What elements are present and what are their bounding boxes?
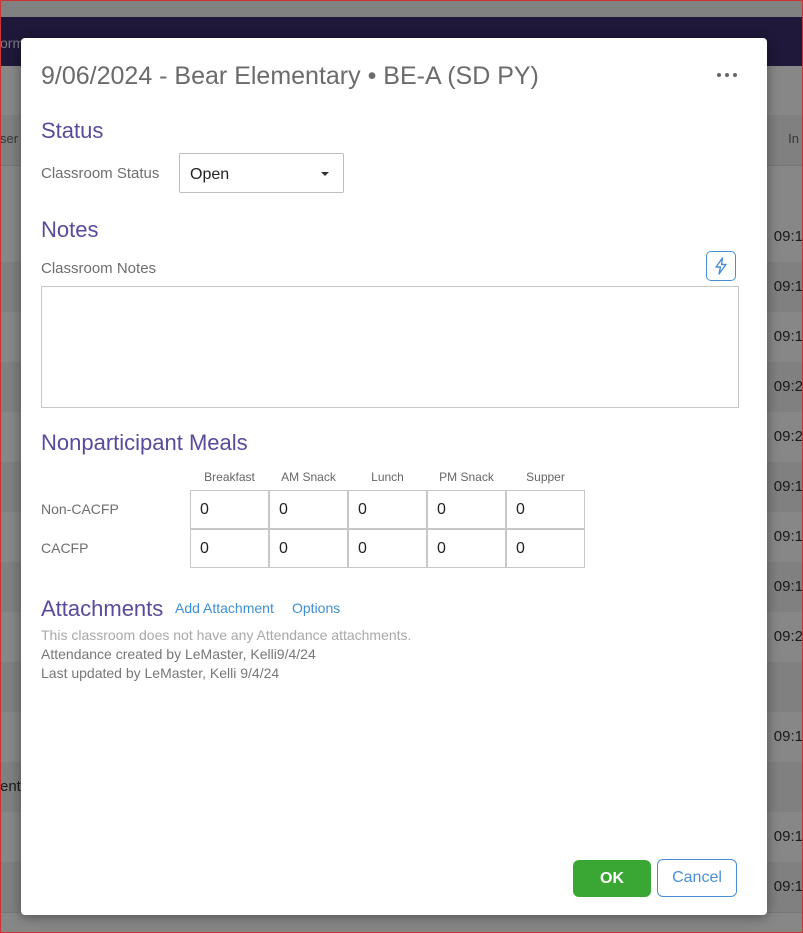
classroom-notes-textarea[interactable]	[41, 286, 739, 408]
meal-count-input[interactable]	[427, 529, 506, 568]
meal-count-input[interactable]	[190, 529, 269, 568]
classroom-status-label: Classroom Status	[41, 165, 160, 182]
meal-count-input[interactable]	[427, 490, 506, 529]
classroom-status-select[interactable]: Open	[179, 153, 344, 193]
cancel-button[interactable]: Cancel	[657, 859, 737, 897]
nonparticipant-meals-title: Nonparticipant Meals	[41, 430, 248, 455]
meal-count-input[interactable]	[506, 529, 585, 568]
ok-button[interactable]: OK	[573, 860, 651, 897]
notes-section-title: Notes	[41, 217, 99, 242]
created-by-text: Attendance created by LeMaster, Kelli9/4…	[41, 646, 316, 662]
add-attachment-link[interactable]: Add Attachment	[175, 600, 274, 616]
meal-row-label: Non-CACFP	[41, 501, 119, 517]
chevron-down-icon	[321, 172, 329, 176]
meal-count-input[interactable]	[190, 490, 269, 529]
quick-text-button[interactable]	[706, 251, 736, 281]
attachments-section-title: Attachments	[41, 596, 164, 621]
classroom-notes-label: Classroom Notes	[41, 260, 157, 277]
meal-column-header: Supper	[526, 470, 565, 484]
no-attachments-text: This classroom does not have any Attenda…	[41, 627, 412, 643]
updated-by-text: Last updated by LeMaster, Kelli 9/4/24	[41, 665, 280, 681]
dialog-title: 9/06/2024 - Bear Elementary • BE-A (SD P…	[41, 62, 539, 90]
meal-count-input[interactable]	[269, 490, 348, 529]
meal-column-header: Lunch	[371, 470, 404, 484]
meal-count-input[interactable]	[348, 490, 427, 529]
status-section-title: Status	[41, 118, 104, 143]
meal-column-header: PM Snack	[439, 470, 494, 484]
attendance-dialog: 9/06/2024 - Bear Elementary • BE-A (SD P…	[21, 38, 767, 915]
ellipsis-icon[interactable]	[717, 67, 737, 83]
meal-count-input[interactable]	[348, 529, 427, 568]
meal-row-label: CACFP	[41, 540, 89, 556]
meal-count-input[interactable]	[269, 529, 348, 568]
meal-column-header: Breakfast	[204, 470, 255, 484]
classroom-status-value: Open	[190, 166, 230, 183]
meal-column-header: AM Snack	[281, 470, 336, 484]
attachment-options-link[interactable]: Options	[292, 600, 340, 616]
lightning-icon	[715, 257, 727, 275]
meal-count-input[interactable]	[506, 490, 585, 529]
